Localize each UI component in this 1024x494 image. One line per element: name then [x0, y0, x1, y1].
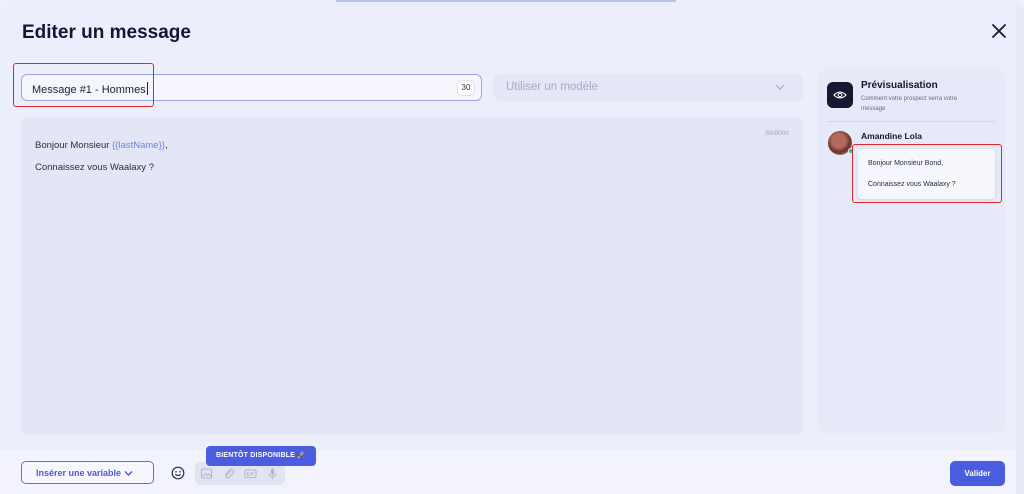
- page-scroll-edge: [1016, 0, 1024, 494]
- message-editor[interactable]: 58/8000 Bonjour Monsieur {{lastName}}, C…: [21, 117, 803, 434]
- modal-title: Editer un message: [22, 22, 191, 43]
- preview-subtitle: Comment votre prospect verra votre messa…: [861, 96, 958, 112]
- insert-variable-label: Insérer une variable: [36, 468, 122, 478]
- editor-char-counter: 58/8000: [765, 130, 790, 137]
- top-accent-bar: [336, 0, 676, 2]
- preview-message-bubble: Bonjour Monsieur Bond, Connaissez vous W…: [858, 149, 995, 199]
- editor-line-1-suffix: ,: [164, 140, 168, 151]
- message-name-input[interactable]: Message #1 - Hommes 30: [21, 74, 482, 101]
- image-icon: [200, 468, 213, 479]
- emoji-icon[interactable]: [171, 466, 185, 480]
- paperclip-icon: [224, 468, 235, 479]
- chevron-down-icon: [124, 471, 133, 476]
- message-name-value: Message #1 - Hommes: [32, 84, 146, 96]
- edit-message-modal: Editer un message Message #1 - Hommes 30…: [0, 0, 1024, 494]
- template-select[interactable]: Utiliser un modèle: [494, 74, 803, 101]
- editor-line-1-prefix: Bonjour Monsieur: [35, 140, 113, 151]
- prospect-name: Amandine Lola: [861, 131, 922, 141]
- insert-variable-button[interactable]: Insérer une variable: [21, 461, 154, 484]
- chevron-down-icon: [775, 84, 785, 90]
- char-count-badge: 30: [458, 81, 474, 95]
- preview-divider: [827, 121, 995, 122]
- editor-line-1: Bonjour Monsieur {{lastName}},: [35, 140, 168, 151]
- close-icon[interactable]: [990, 22, 1008, 40]
- coming-soon-badge: BIENTÔT DISPONIBLE 🚀: [206, 446, 317, 466]
- bubble-line-1: Bonjour Monsieur Bond,: [868, 160, 944, 167]
- validate-button[interactable]: Valider: [950, 461, 1005, 486]
- preview-panel: Prévisualisation Comment votre prospect …: [818, 69, 1005, 433]
- template-placeholder: Utiliser un modèle: [506, 81, 599, 93]
- gif-icon: [244, 469, 257, 479]
- editor-line-2: Connaissez vous Waalaxy ?: [35, 162, 154, 173]
- microphone-icon: [268, 468, 277, 479]
- online-status-dot: [848, 148, 854, 154]
- text-caret: [146, 82, 148, 95]
- bubble-line-2: Connaissez vous Waalaxy ?: [868, 181, 956, 188]
- preview-title: Prévisualisation: [861, 80, 938, 91]
- variable-token[interactable]: {{lastName}}: [112, 140, 165, 151]
- eye-icon: [827, 82, 853, 108]
